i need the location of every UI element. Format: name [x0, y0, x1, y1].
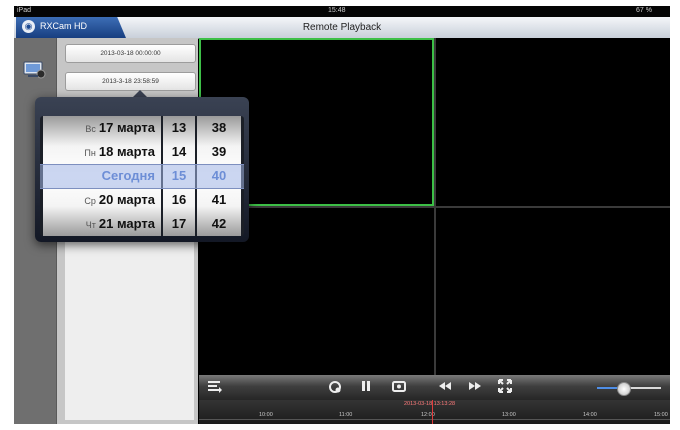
picker-day-row[interactable]: Пн 18 марта [43, 140, 161, 164]
picker-weekday: Ср [84, 196, 96, 206]
volume-thumb[interactable] [616, 382, 631, 396]
camera-icon[interactable] [389, 379, 409, 396]
timeline-tick-label: 11:00 [339, 412, 353, 418]
picker-date: 17 марта [98, 120, 155, 135]
volume-slider[interactable] [597, 382, 661, 396]
status-bar: iPad 15:48 67 % [14, 6, 670, 17]
pause-icon[interactable] [356, 379, 376, 396]
picker-day-row[interactable]: Ср 20 марта [43, 188, 161, 212]
timeline-axis [199, 419, 670, 420]
picker-date: 18 марта [98, 144, 155, 159]
nav-bar: ◉ RXCam HD Remote Playback [14, 17, 670, 39]
picker-weekday: Чт [85, 220, 96, 230]
picker-day-row[interactable]: Вс 17 марта [43, 116, 161, 140]
timeline-cursor[interactable] [432, 400, 433, 424]
timeline-tick-label: 15:00 [654, 412, 668, 418]
page-title: Remote Playback [302, 22, 382, 33]
video-grid [199, 38, 670, 375]
picker-hour-row[interactable]: 14 [163, 140, 195, 164]
start-date-field[interactable]: 2013-03-18 00:00:00 [65, 44, 196, 63]
picker-selection-bar [40, 164, 244, 189]
grid-divider [199, 206, 670, 208]
battery-level: 67 % [636, 7, 652, 14]
end-date-field[interactable]: 2013-3-18 23:58:59 [65, 72, 196, 91]
picker-minute-row[interactable]: 39 [197, 140, 241, 164]
video-cell-4[interactable] [436, 208, 670, 375]
timeline-tick-label: 14:00 [583, 412, 597, 418]
picker-hour-row[interactable]: 17 [163, 212, 195, 236]
picker-hour-row[interactable]: 16 [163, 188, 195, 212]
date-picker-popover: Вс17 мартаПн18 мартаСегодняСр20 мартаЧт2… [35, 97, 249, 242]
picker-minute-row[interactable]: 41 [197, 188, 241, 212]
timeline[interactable]: 2013-03-18 13:13:28 10:00 11:00 12:00 13:00… [199, 400, 670, 424]
timeline-current-time: 2013-03-18 13:13:28 [404, 401, 456, 407]
picker-date: 21 марта [98, 216, 155, 231]
picker-weekday: Пн [84, 148, 96, 158]
device-label: iPad [17, 7, 32, 14]
timeline-tick-label: 10:00 [259, 412, 273, 418]
date-picker[interactable]: Вс17 мартаПн18 мартаСегодняСр20 мартаЧт2… [40, 116, 244, 236]
picker-weekday: Вс [85, 124, 96, 134]
ipad-screen: iPad 15:48 67 % ◉ RXCam HD Remote Playba… [14, 6, 670, 424]
fast-forward-icon[interactable] [465, 379, 485, 396]
picker-hour-row[interactable]: 13 [163, 116, 195, 140]
picker-date: 20 марта [98, 192, 155, 207]
list-icon[interactable] [205, 379, 225, 396]
device-list-icon[interactable] [22, 59, 48, 79]
status-time: 15:48 [328, 7, 346, 14]
rewind-icon[interactable] [435, 379, 455, 396]
video-cell-2[interactable] [436, 38, 670, 206]
playback-controls [199, 375, 670, 400]
picker-minute-row[interactable]: 38 [197, 116, 241, 140]
picker-day-row[interactable]: Чт 21 марта [43, 212, 161, 236]
picker-minute-row[interactable]: 42 [197, 212, 241, 236]
refresh-icon[interactable] [325, 379, 345, 396]
fullscreen-icon[interactable] [495, 379, 515, 396]
timeline-tick-label: 13:00 [502, 412, 516, 418]
